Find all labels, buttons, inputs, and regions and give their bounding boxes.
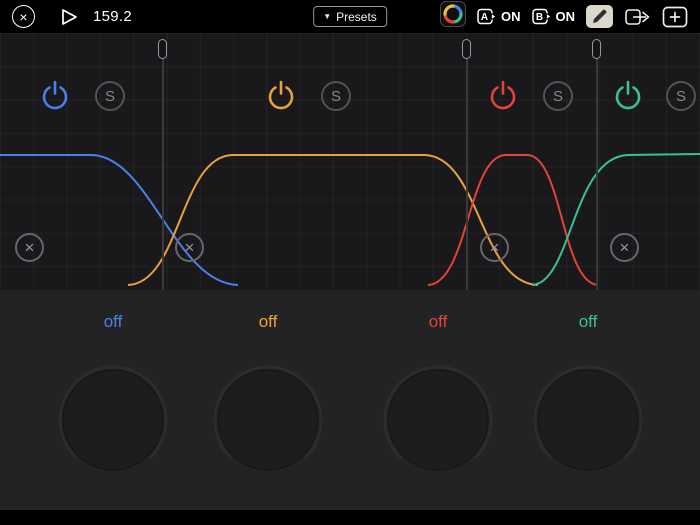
curve-band-3	[428, 155, 598, 285]
band-divider-handle-1[interactable]	[158, 39, 167, 59]
close-icon: ×	[19, 10, 27, 24]
knob-band-4[interactable]	[528, 360, 648, 480]
app-window: × 159.2 ▼ Presets	[0, 0, 700, 525]
knob-value-band-3: off	[398, 312, 478, 332]
tempo-display[interactable]: 159.2	[93, 8, 132, 25]
curve-band-4	[532, 154, 700, 285]
edit-pencil-button[interactable]	[586, 5, 613, 28]
add-icon	[662, 6, 688, 28]
band-divider-3[interactable]	[596, 39, 598, 290]
bottom-bar	[0, 510, 700, 525]
export-icon	[624, 6, 651, 28]
solo-button-band-3[interactable]: S	[543, 81, 573, 111]
x-icon: ×	[620, 239, 630, 256]
knob-panel: off off off off	[0, 290, 700, 510]
toolbar-right: A ON B ON	[440, 1, 688, 32]
solo-label: S	[105, 88, 115, 105]
curve-band-2	[128, 155, 538, 285]
crossfade-curves	[0, 33, 700, 290]
remove-band-2-button[interactable]: ×	[175, 233, 204, 262]
remove-band-4-button[interactable]: ×	[610, 233, 639, 262]
export-button[interactable]	[624, 6, 651, 28]
routing-b-toggle[interactable]: B ON	[532, 8, 576, 25]
filter-curve-editor[interactable]: S × S × S ×	[0, 33, 700, 290]
svg-text:B: B	[535, 12, 542, 23]
solo-label: S	[331, 88, 341, 105]
presets-label: Presets	[336, 10, 377, 24]
app-logo-icon[interactable]	[440, 1, 466, 32]
toolbar: × 159.2 ▼ Presets	[0, 0, 700, 33]
band-divider-handle-3[interactable]	[592, 39, 601, 59]
play-button[interactable]	[60, 7, 79, 27]
power-icon	[485, 78, 521, 114]
solo-label: S	[676, 88, 686, 105]
play-icon	[60, 7, 79, 27]
band-divider-2[interactable]	[466, 39, 468, 290]
remove-band-1-button[interactable]: ×	[15, 233, 44, 262]
knob-band-3[interactable]	[378, 360, 498, 480]
power-icon	[37, 78, 73, 114]
power-button-band-4[interactable]	[610, 78, 646, 114]
power-button-band-2[interactable]	[263, 78, 299, 114]
x-icon: ×	[490, 239, 500, 256]
routing-a-icon: A	[477, 8, 497, 25]
presets-button[interactable]: ▼ Presets	[313, 6, 387, 27]
routing-b-state: ON	[556, 9, 576, 24]
power-icon	[610, 78, 646, 114]
power-icon	[263, 78, 299, 114]
toolbar-left: × 159.2	[12, 5, 132, 28]
remove-band-3-button[interactable]: ×	[480, 233, 509, 262]
power-button-band-1[interactable]	[37, 78, 73, 114]
knob-band-2[interactable]	[208, 360, 328, 480]
svg-text:A: A	[481, 12, 488, 23]
band-divider-handle-2[interactable]	[462, 39, 471, 59]
band-divider-1[interactable]	[162, 39, 164, 290]
x-icon: ×	[185, 239, 195, 256]
power-button-band-3[interactable]	[485, 78, 521, 114]
solo-label: S	[553, 88, 563, 105]
routing-b-icon: B	[532, 8, 552, 25]
x-icon: ×	[25, 239, 35, 256]
solo-button-band-1[interactable]: S	[95, 81, 125, 111]
knob-value-band-1: off	[73, 312, 153, 332]
add-button[interactable]	[662, 6, 688, 28]
close-button[interactable]: ×	[12, 5, 35, 28]
knob-value-band-2: off	[228, 312, 308, 332]
knob-value-band-4: off	[548, 312, 628, 332]
routing-a-state: ON	[501, 9, 521, 24]
knob-band-1[interactable]	[53, 360, 173, 480]
solo-button-band-4[interactable]: S	[666, 81, 696, 111]
pencil-icon	[591, 8, 608, 25]
routing-a-toggle[interactable]: A ON	[477, 8, 521, 25]
chevron-down-icon: ▼	[323, 12, 331, 21]
solo-button-band-2[interactable]: S	[321, 81, 351, 111]
